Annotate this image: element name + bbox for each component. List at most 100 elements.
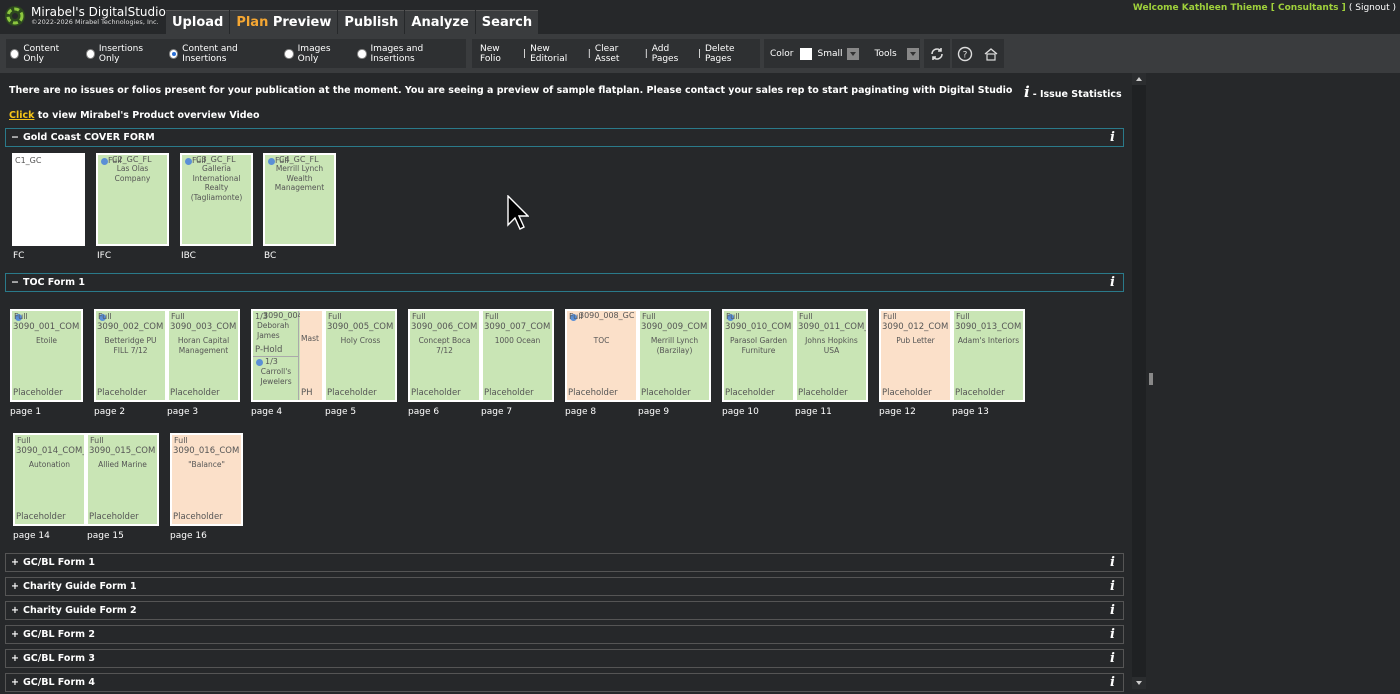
page-15[interactable]: Full 3090_015_COM Allied Marine Placehol… (86, 433, 159, 526)
color-checkbox[interactable] (799, 47, 812, 60)
section-charity-guide-form-2[interactable]: + Charity Guide Form 2 i (5, 601, 1124, 620)
clear-asset-link[interactable]: Clear Asset (595, 44, 641, 64)
section-gc-bl-form-3[interactable]: + GC/BL Form 3 i (5, 649, 1124, 668)
radio-content-only[interactable]: Content Only (10, 44, 78, 64)
page-label: page 6 (408, 407, 440, 417)
tools-label[interactable]: Tools (875, 49, 897, 59)
home-icon[interactable] (978, 39, 1004, 68)
actions-group: New Folio | New Editorial | Clear Asset | A… (472, 39, 760, 68)
page-label: page 7 (481, 407, 513, 417)
page-10[interactable]: Full 3090_010_COM Parasol Garden Furnitu… (722, 309, 795, 402)
welcome-text: Welcome Kathleen Thieme [ Consultants ] … (1132, 3, 1396, 13)
app-copyright: ©2022-2026 Mirabel Technologies, Inc. (31, 18, 159, 26)
page-bc[interactable]: Full C4_GC_FL Merrill Lynch Wealth Manag… (263, 153, 336, 246)
info-icon[interactable]: i (1110, 578, 1115, 595)
section-gc-bl-form-2[interactable]: + GC/BL Form 2 i (5, 625, 1124, 644)
page-8[interactable]: Full 3090_008_GC TOC Placeholder (565, 309, 638, 402)
page-3[interactable]: Full 3090_003_COM Horan Capital Manageme… (167, 309, 240, 402)
tools-dropdown-arrow-icon[interactable] (906, 47, 919, 60)
page-label: page 14 (13, 531, 50, 541)
tab-publish[interactable]: Publish (338, 10, 405, 34)
new-folio-link[interactable]: New Folio (480, 44, 519, 64)
page-1[interactable]: Full 3090_001_COM Etoile Placeholder (10, 309, 83, 402)
expand-icon: + (11, 557, 19, 568)
role-link[interactable]: [ Consultants ] (1271, 3, 1346, 13)
info-icon[interactable]: i (1110, 650, 1115, 667)
tab-preview-label: Preview (268, 15, 332, 30)
info-icon: i (1024, 83, 1030, 101)
collapse-icon[interactable]: − (11, 277, 19, 288)
scrollbar-thumb[interactable] (1133, 87, 1145, 537)
page-fc[interactable]: C1_GC (12, 153, 85, 246)
expand-icon: + (11, 653, 19, 664)
radio-content-and-insertions[interactable]: Content and Insertions (168, 44, 277, 64)
radio-circle-selected (168, 48, 179, 59)
click-video-link[interactable]: Click (9, 110, 34, 121)
page-4[interactable]: 1/3 3090_004_GC Deborah James P-Hold 1/3… (251, 309, 324, 402)
expand-icon: + (11, 677, 19, 688)
collapse-icon[interactable]: − (11, 132, 19, 143)
page-16[interactable]: Full 3090_016_COM "Balance" Placeholder (170, 433, 243, 526)
section-gc-bl-form-4[interactable]: + GC/BL Form 4 i (5, 673, 1124, 692)
page-7[interactable]: Full 3090_007_COM 1000 Ocean Placeholder (481, 309, 554, 402)
video-link-text: Click to view Mirabel's Product overview… (9, 110, 260, 121)
tab-upload[interactable]: Upload (166, 10, 230, 34)
notice-text: There are no issues or folios present fo… (9, 85, 1013, 96)
page-label: page 15 (87, 531, 124, 541)
size-select-value[interactable]: Small (818, 49, 843, 59)
page-ifc[interactable]: Full C2_GC_FL Las Olas Company (96, 153, 169, 246)
tab-plan-preview[interactable]: Plan Preview (230, 10, 338, 34)
top-bar: Mirabel's DigitalStudio ©2022-2026 Mirab… (0, 0, 1400, 34)
tab-search[interactable]: Search (475, 10, 539, 34)
resize-grip-icon[interactable] (1149, 373, 1153, 385)
page-label: page 8 (565, 407, 597, 417)
page-4-right-slot[interactable]: Mast PH (300, 311, 322, 400)
help-icon[interactable]: ? (952, 39, 978, 68)
scroll-down-arrow-icon[interactable] (1132, 677, 1146, 689)
page-label: IFC (97, 251, 112, 261)
scroll-up-arrow-icon[interactable] (1132, 73, 1146, 85)
info-icon[interactable]: i (1110, 274, 1115, 291)
delete-pages-link[interactable]: Delete Pages (705, 44, 758, 64)
refresh-icon[interactable] (924, 39, 950, 68)
info-icon[interactable]: i (1110, 554, 1115, 571)
expand-icon: + (11, 581, 19, 592)
page-label: page 13 (952, 407, 989, 417)
radio-images-only[interactable]: Images Only (284, 44, 349, 64)
page-14[interactable]: Full 3090_014_COM_r Autonation Placehold… (13, 433, 86, 526)
page-5[interactable]: Full 3090_005_COM Holy Cross Placeholder (324, 309, 397, 402)
page-label: page 16 (170, 531, 207, 541)
radio-insertions-only[interactable]: Insertions Only (85, 44, 161, 64)
info-icon[interactable]: i (1110, 129, 1115, 146)
page-6[interactable]: Full 3090_006_COM Concept Boca 7/12 Plac… (408, 309, 481, 402)
app-title: Mirabel's DigitalStudio (31, 5, 166, 19)
vertical-scrollbar[interactable] (1132, 73, 1146, 689)
page-11[interactable]: Full 3090_011_COM_r Johns Hopkins USA Pl… (795, 309, 868, 402)
info-icon[interactable]: i (1110, 626, 1115, 643)
tab-analyze[interactable]: Analyze (405, 10, 475, 34)
issue-statistics-link[interactable]: i- Issue Statistics (1024, 83, 1122, 101)
new-editorial-link[interactable]: New Editorial (530, 44, 584, 64)
radio-circle (284, 48, 294, 59)
page-12[interactable]: Full 3090_012_COM Pub Letter Placeholder (879, 309, 952, 402)
info-badge-icon (256, 359, 263, 366)
page-2[interactable]: Full 3090_002_COM Betteridge PU FILL 7/1… (94, 309, 167, 402)
info-icon[interactable]: i (1110, 674, 1115, 691)
page-4-left-slot[interactable]: 1/3 3090_004_GC Deborah James P-Hold 1/3… (253, 311, 318, 400)
svg-text:?: ? (963, 50, 968, 60)
section-gc-bl-form-1[interactable]: + GC/BL Form 1 i (5, 553, 1124, 572)
size-dropdown-arrow-icon[interactable] (846, 47, 859, 60)
section-charity-guide-form-1[interactable]: + Charity Guide Form 1 i (5, 577, 1124, 596)
page-13[interactable]: Full 3090_013_COM Adam's Interiors Place… (952, 309, 1025, 402)
section-toc-form-1[interactable]: − TOC Form 1 i (5, 273, 1124, 292)
info-icon[interactable]: i (1110, 602, 1115, 619)
page-label: IBC (181, 251, 196, 261)
mirabel-logo-icon (5, 6, 25, 26)
page-9[interactable]: Full 3090_009_COM Merrill Lynch (Barzila… (638, 309, 711, 402)
page-label: BC (264, 251, 277, 261)
signout-link[interactable]: ( Signout ) (1349, 3, 1396, 13)
add-pages-link[interactable]: Add Pages (652, 44, 694, 64)
section-gold-coast-cover-form[interactable]: − Gold Coast COVER FORM i (5, 128, 1124, 147)
radio-images-and-insertions[interactable]: Images and Insertions (357, 44, 462, 64)
page-ibc[interactable]: Full C3_GC_FL Galleria International Rea… (180, 153, 253, 246)
